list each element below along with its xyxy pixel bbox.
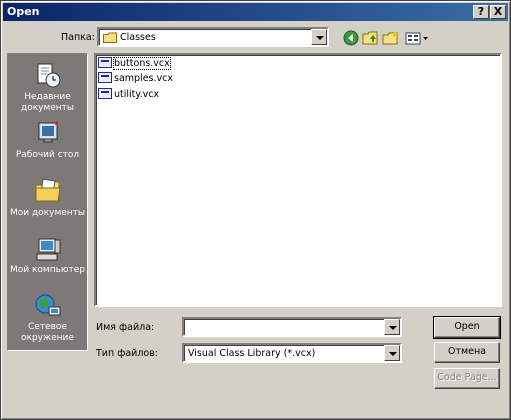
- filetype-dropdown[interactable]: Visual Class Library (*.vcx): [182, 343, 402, 363]
- file-name: buttons.vcx: [113, 57, 171, 70]
- my-computer-icon: [36, 238, 60, 261]
- desktop-icon: [38, 121, 58, 143]
- code-page-button[interactable]: Code Page...: [434, 368, 500, 389]
- open-dialog: Open ? X Папка: Classes Недавние докумен…: [0, 0, 511, 420]
- folder-icon: [103, 32, 117, 43]
- up-folder-icon[interactable]: [362, 29, 380, 47]
- place-label: Недавние документы: [20, 92, 75, 113]
- file-list[interactable]: buttons.vcx samples.vcx utility.vcx: [94, 53, 502, 307]
- vcx-file-icon: [98, 72, 112, 83]
- place-desktop[interactable]: Рабочий стол: [8, 120, 87, 161]
- filename-label: Имя файла:: [96, 322, 155, 333]
- vcx-file-icon: [98, 57, 112, 68]
- recent-documents-icon: [37, 63, 60, 88]
- filetype-value: Visual Class Library (*.vcx): [188, 348, 316, 359]
- file-item-utility[interactable]: utility.vcx: [98, 88, 159, 102]
- network-icon: [35, 294, 60, 316]
- chevron-down-icon[interactable]: [384, 319, 400, 335]
- back-icon[interactable]: [342, 29, 360, 47]
- place-recent-documents[interactable]: Недавние документы: [8, 60, 87, 114]
- dialog-title: Open: [7, 5, 40, 18]
- places-bar: Недавние документы Рабочий стол Мои доку…: [7, 53, 88, 351]
- file-item-samples[interactable]: samples.vcx: [98, 72, 173, 86]
- place-label: Сетевое окружение: [21, 322, 74, 343]
- lookin-dropdown[interactable]: Classes: [97, 27, 329, 47]
- chevron-down-icon[interactable]: [311, 29, 327, 45]
- filename-field[interactable]: [182, 317, 402, 337]
- cancel-button[interactable]: Отмена: [434, 342, 500, 363]
- chevron-down-icon[interactable]: [384, 345, 400, 361]
- view-menu-icon[interactable]: [404, 29, 430, 47]
- place-my-documents[interactable]: Мои документы: [8, 176, 87, 219]
- lookin-value: Classes: [120, 32, 156, 43]
- place-label: Рабочий стол: [15, 150, 80, 160]
- file-item-buttons[interactable]: buttons.vcx: [98, 57, 171, 71]
- filetype-label: Тип файлов:: [96, 348, 159, 359]
- close-button[interactable]: X: [490, 5, 506, 19]
- my-documents-icon: [35, 178, 61, 202]
- vcx-file-icon: [98, 88, 112, 99]
- new-folder-icon[interactable]: [382, 29, 400, 47]
- help-button[interactable]: ?: [473, 5, 489, 19]
- file-name: utility.vcx: [114, 89, 160, 100]
- title-bar[interactable]: Open ? X: [3, 3, 508, 21]
- place-network[interactable]: Сетевое окружение: [8, 292, 87, 344]
- file-name: samples.vcx: [114, 73, 173, 84]
- open-button[interactable]: Open: [433, 316, 501, 339]
- place-label: Мой компьютер: [10, 265, 85, 275]
- place-label: Мои документы: [9, 208, 86, 218]
- lookin-label: Папка:: [61, 32, 95, 43]
- place-my-computer[interactable]: Мой компьютер: [8, 237, 87, 276]
